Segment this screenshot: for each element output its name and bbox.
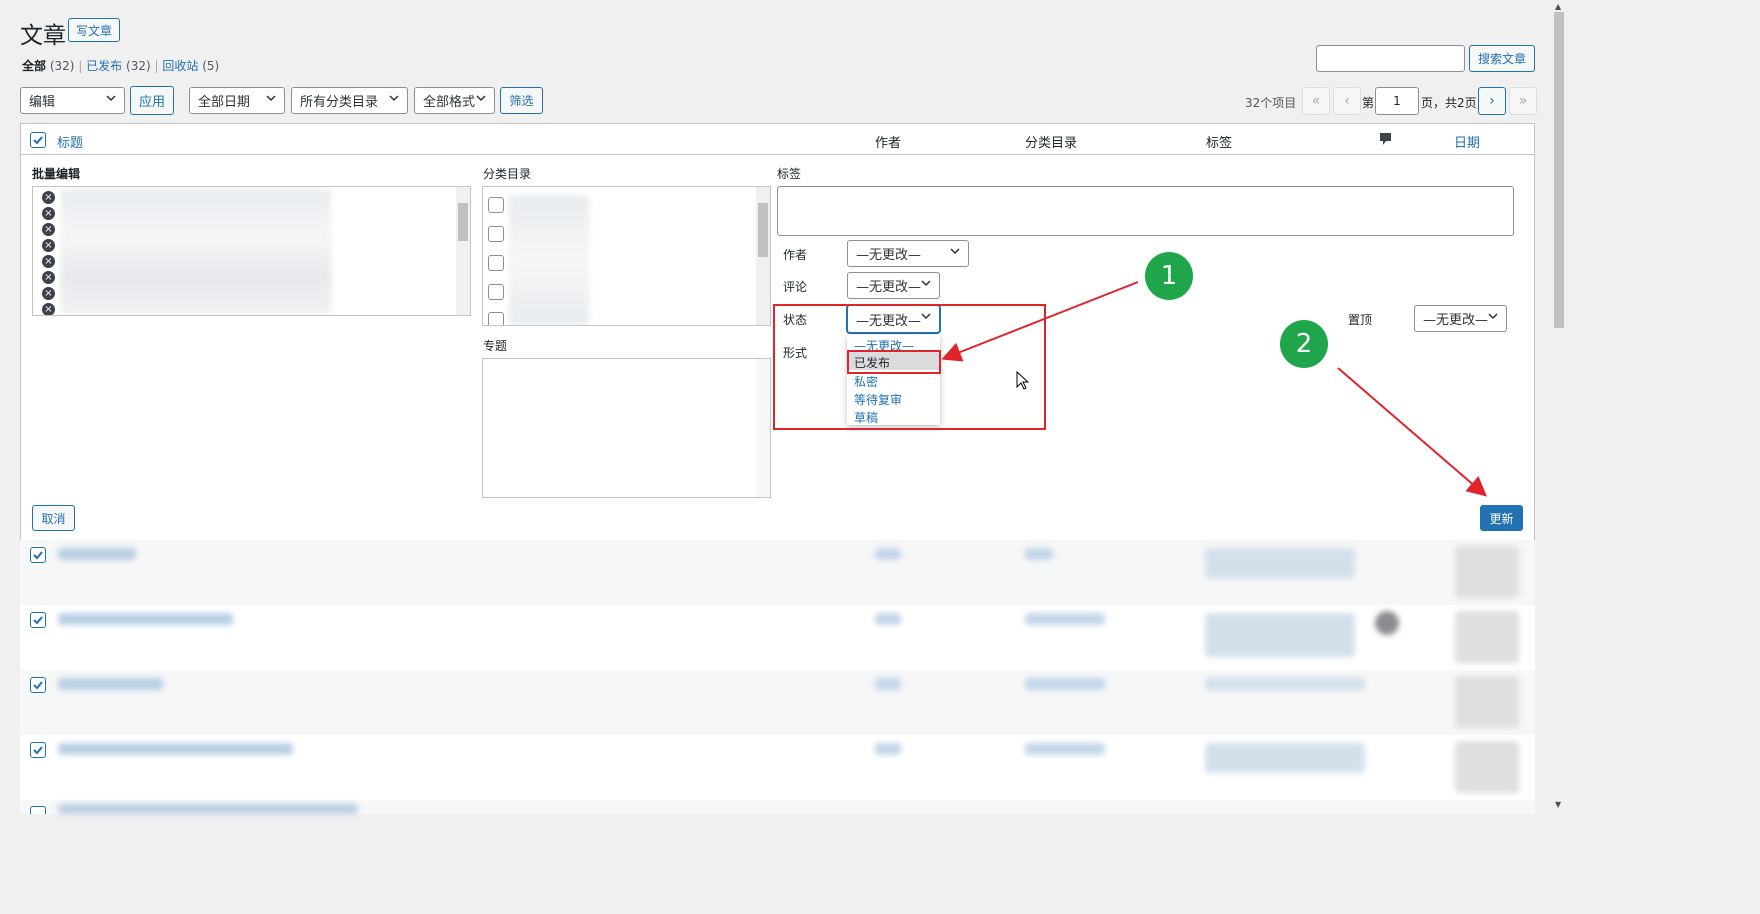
blurred-content bbox=[1205, 678, 1365, 690]
row-checkbox[interactable] bbox=[30, 547, 46, 563]
blurred-content bbox=[58, 678, 163, 690]
check-icon bbox=[33, 681, 43, 690]
blurred-content bbox=[1025, 678, 1105, 690]
blurred-content bbox=[1455, 741, 1519, 793]
blurred-content bbox=[1205, 743, 1365, 773]
blurred-content bbox=[1375, 611, 1399, 635]
scrollbar-down-arrow[interactable]: ▼ bbox=[1555, 800, 1561, 809]
blurred-content bbox=[875, 743, 901, 755]
table-row[interactable] bbox=[20, 605, 1535, 670]
row-checkbox[interactable] bbox=[30, 806, 46, 814]
blurred-content bbox=[875, 678, 901, 690]
blurred-content bbox=[58, 804, 358, 814]
blurred-content bbox=[1205, 613, 1355, 657]
table-row[interactable] bbox=[20, 735, 1535, 800]
check-icon bbox=[33, 746, 43, 755]
row-checkbox[interactable] bbox=[30, 612, 46, 628]
scrollbar-thumb[interactable] bbox=[1554, 12, 1564, 328]
check-icon bbox=[33, 551, 43, 560]
blurred-content bbox=[58, 548, 136, 560]
table-row[interactable] bbox=[20, 670, 1535, 735]
mouse-cursor-icon bbox=[1016, 371, 1030, 390]
blurred-content bbox=[1455, 611, 1519, 663]
table-row[interactable] bbox=[20, 800, 1535, 814]
blurred-content bbox=[1455, 676, 1519, 728]
blurred-content bbox=[1025, 743, 1105, 755]
scrollbar-up-arrow[interactable]: ▲ bbox=[1555, 2, 1561, 11]
blurred-content bbox=[58, 743, 293, 755]
blurred-content bbox=[1025, 613, 1105, 625]
blurred-content bbox=[1455, 546, 1519, 598]
blurred-content bbox=[58, 613, 233, 625]
blurred-content bbox=[1205, 548, 1355, 578]
table-row[interactable] bbox=[20, 540, 1535, 605]
page-scrollbar[interactable]: ▲ ▼ bbox=[1550, 0, 1568, 914]
blurred-content bbox=[875, 548, 901, 560]
check-icon bbox=[33, 616, 43, 625]
blurred-content bbox=[875, 613, 901, 625]
blurred-content bbox=[1025, 548, 1053, 560]
row-checkbox[interactable] bbox=[30, 742, 46, 758]
row-checkbox[interactable] bbox=[30, 677, 46, 693]
